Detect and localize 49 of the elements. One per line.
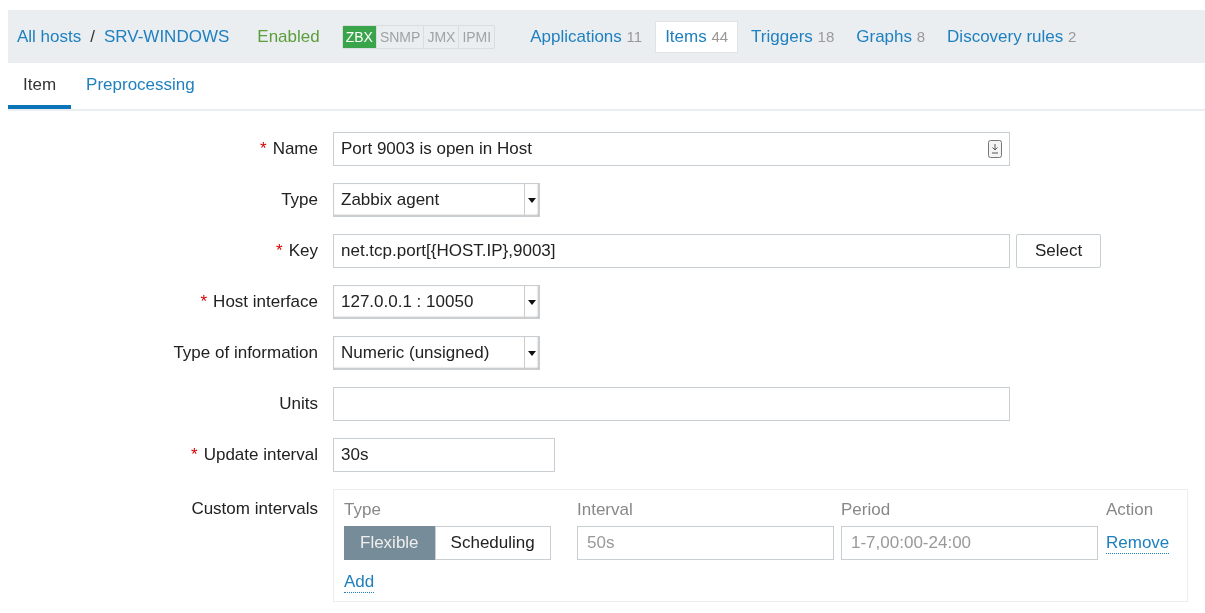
field-label: Units [278, 394, 318, 414]
segment-toggle[interactable]: Scheduling [434, 526, 551, 560]
nav-tab[interactable]: Items 44 [655, 20, 739, 53]
status-label: Enabled [257, 26, 320, 47]
dropdown[interactable]: 127.0.0.1 : 10050 [333, 285, 540, 319]
interface-badge: SNMP [375, 25, 424, 48]
column-header: Period [841, 500, 891, 520]
dropdown[interactable]: Zabbix agent [333, 183, 540, 217]
interface-badge: ZBX [342, 25, 376, 48]
nav-tab[interactable]: Graphs 8 [847, 21, 935, 52]
required-mark: * [276, 241, 283, 260]
key-field[interactable]: net.tcp.port[{HOST.IP},9003] [333, 234, 1010, 268]
units-field[interactable] [333, 387, 1010, 421]
dropdown[interactable]: Numeric (unsigned) [333, 336, 540, 370]
nav-tab[interactable]: Triggers 18 [742, 21, 844, 52]
field-label: * Key [275, 241, 318, 261]
select-button[interactable]: Select [1016, 234, 1102, 268]
form-tab[interactable]: Preprocessing [71, 63, 210, 109]
form-tab[interactable]: Item [8, 63, 72, 109]
name-field[interactable]: Port 9003 is open in Host [333, 132, 1010, 166]
segment-toggle[interactable]: Flexible [344, 526, 435, 560]
interval-field[interactable]: 50s [577, 526, 834, 560]
field-label: * Update interval [190, 445, 318, 465]
field-label: * Name [259, 139, 318, 159]
caret-icon [528, 299, 536, 305]
period-field[interactable]: 1-7,00:00-24:00 [841, 526, 1098, 560]
nav-tab[interactable]: Applications 11 [521, 21, 652, 52]
interface-badge: IPMI [458, 25, 495, 48]
add-link[interactable]: Add [344, 572, 375, 593]
breadcrumb-link[interactable]: SRV-WINDOWS [104, 26, 230, 47]
nav-tab[interactable]: Discovery rules 2 [938, 21, 1086, 52]
field-label: Custom intervals [190, 498, 318, 519]
breadcrumb-link[interactable]: All hosts [17, 26, 82, 47]
remove-link[interactable]: Remove [1106, 532, 1170, 554]
field-label: Type of information [172, 343, 318, 363]
interface-badge: JMX [423, 25, 459, 48]
column-header: Interval [577, 500, 633, 520]
macro-icon[interactable] [988, 140, 1002, 158]
caret-icon [528, 197, 536, 203]
field-label: Type [280, 190, 318, 210]
text-field[interactable]: 30s [333, 438, 555, 472]
breadcrumb-separator: / [90, 26, 95, 47]
required-mark: * [191, 445, 198, 464]
required-mark: * [200, 292, 208, 311]
column-header: Action [1106, 500, 1154, 520]
caret-icon [528, 350, 536, 356]
required-mark: * [260, 139, 267, 158]
field-label: * Host interface [199, 292, 318, 312]
column-header: Type [344, 500, 381, 520]
